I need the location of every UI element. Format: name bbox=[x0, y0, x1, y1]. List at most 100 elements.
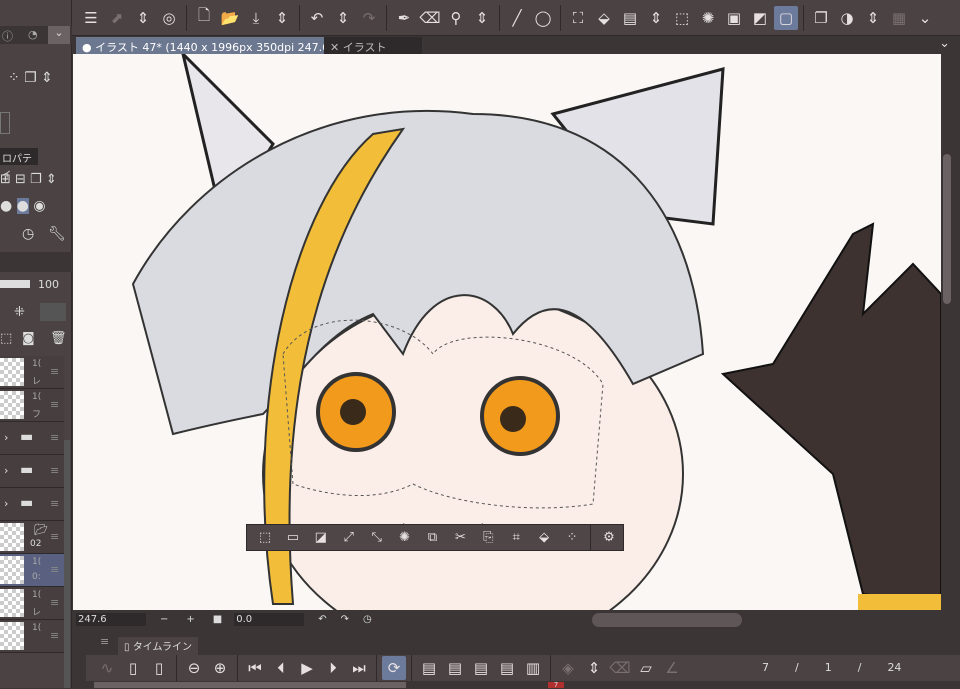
nav-icon[interactable]: ◔ bbox=[28, 28, 38, 41]
vertical-scrollbar[interactable] bbox=[941, 54, 960, 610]
light-table-icon[interactable]: ◈ bbox=[556, 656, 580, 680]
layer-menu-icon[interactable]: ≡ bbox=[50, 530, 59, 543]
fill-icon[interactable]: ⬙ bbox=[592, 6, 616, 30]
zoom-out-icon[interactable]: ⊖ bbox=[182, 656, 206, 680]
layer-row[interactable]: › ▬ ≡ bbox=[0, 488, 64, 521]
rotate-left-icon[interactable]: ↶ bbox=[318, 614, 326, 625]
layer-menu-icon[interactable]: ≡ bbox=[50, 596, 59, 609]
opacity-slider[interactable] bbox=[0, 280, 30, 288]
layer-row[interactable]: 1(レ ≡ bbox=[0, 587, 64, 620]
page-icon[interactable]: ▱ bbox=[634, 656, 658, 680]
deselect-icon[interactable]: ⬚ bbox=[252, 526, 278, 550]
transform-icon[interactable]: ⌗ bbox=[503, 526, 529, 550]
undo-icon[interactable]: ↶ bbox=[305, 6, 329, 30]
prev-frame-icon[interactable]: ⏴ bbox=[269, 656, 293, 680]
updown-icon[interactable]: ⇕ bbox=[861, 6, 885, 30]
start-frame[interactable]: 1 bbox=[825, 661, 832, 674]
layer-row[interactable]: 1(レ ≡ bbox=[0, 356, 64, 389]
invert-icon[interactable]: ✺ bbox=[696, 6, 720, 30]
open-folder-icon[interactable]: 📂 bbox=[218, 6, 242, 30]
brush-shape-icon[interactable]: ⊞ ⊟ ❐ ⇕ bbox=[0, 172, 60, 194]
show-selection-icon[interactable]: ▢ bbox=[774, 5, 798, 30]
layer-menu-icon[interactable]: ≡ bbox=[50, 398, 59, 411]
panel-menu-icon[interactable]: ≡ bbox=[100, 635, 109, 648]
expand-icon[interactable]: ⤢ bbox=[336, 526, 362, 550]
layer-scrollbar[interactable] bbox=[64, 440, 70, 688]
crop-icon[interactable]: ⛶ bbox=[566, 6, 590, 30]
clock-icon[interactable]: ◷ bbox=[22, 226, 34, 242]
menu-icon[interactable]: ☰ bbox=[79, 6, 103, 30]
last-frame-icon[interactable]: ⏭ bbox=[347, 656, 371, 680]
cel-icon[interactable]: ▥ bbox=[521, 656, 545, 680]
next-frame-icon[interactable]: ⏵ bbox=[321, 656, 345, 680]
info-icon[interactable]: ⓘ bbox=[2, 28, 13, 44]
layer-row[interactable]: › ▬ ≡ bbox=[0, 422, 64, 455]
tab-illust-47[interactable]: ● イラスト 47* (1440 x 1996px 350dpi 247.6%) bbox=[76, 37, 350, 54]
zoom-out-button[interactable]: − bbox=[160, 614, 168, 625]
redo-icon[interactable]: ↷ bbox=[357, 6, 381, 30]
layer-row[interactable]: 1(フ ≡ bbox=[0, 389, 64, 422]
new-layer-icon[interactable]: ⬚ bbox=[0, 331, 12, 346]
sparkle-icon[interactable]: ✺ bbox=[392, 526, 418, 550]
shrink-icon[interactable]: ⤡ bbox=[364, 526, 390, 550]
grid-icon[interactable]: ▦ bbox=[887, 6, 911, 30]
first-frame-icon[interactable]: ⏮ bbox=[243, 656, 267, 680]
rotate-right-icon[interactable]: ↷ bbox=[341, 614, 349, 625]
settings-icon[interactable]: ⚙ bbox=[596, 526, 622, 550]
rotation-field[interactable]: 0.0 bbox=[234, 613, 305, 626]
gradient-icon[interactable]: ◩ bbox=[748, 6, 772, 30]
updown-icon[interactable]: ⇕ bbox=[331, 6, 355, 30]
paste-icon[interactable]: ⎘ bbox=[475, 526, 501, 550]
ellipse-icon[interactable]: ◯ bbox=[531, 6, 555, 30]
deselect-icon[interactable]: ⬚ bbox=[670, 6, 694, 30]
tab-property[interactable]: ロパティ bbox=[0, 148, 38, 180]
layer-menu-icon[interactable]: ≡ bbox=[50, 563, 59, 576]
line-icon[interactable]: ╱ bbox=[505, 6, 529, 30]
select-icon[interactable]: ▭ bbox=[280, 526, 306, 550]
layer-row[interactable]: 1(≡ bbox=[0, 620, 64, 653]
blend-icon[interactable]: ⁘ ❐ ⇕ bbox=[8, 70, 53, 86]
chevron-down-icon[interactable]: ⌄ bbox=[939, 36, 950, 51]
layer-menu-icon[interactable]: ≡ bbox=[50, 629, 59, 642]
trash-icon[interactable]: 🗑︎ bbox=[50, 331, 67, 346]
new-file-icon[interactable]: 🗋 bbox=[192, 6, 216, 30]
mask-icon[interactable] bbox=[40, 303, 66, 321]
layers-icon[interactable]: ❐ bbox=[809, 6, 833, 30]
onion-icon[interactable]: ∿ bbox=[95, 656, 119, 680]
expand-icon[interactable]: › bbox=[4, 431, 8, 444]
zoom-in-icon[interactable]: ⊕ bbox=[208, 656, 232, 680]
layer-row[interactable]: 1(0: ≡ bbox=[0, 554, 64, 587]
end-frame[interactable]: 24 bbox=[887, 661, 901, 674]
eraser-icon[interactable]: ⌫ bbox=[418, 6, 442, 30]
expand-icon[interactable]: › bbox=[4, 497, 8, 510]
expand-icon[interactable]: › bbox=[4, 464, 8, 477]
updown-icon[interactable] bbox=[0, 112, 10, 134]
tab-illust[interactable]: ✕ イラスト bbox=[324, 37, 422, 54]
tab-timeline[interactable]: ▯ タイムライン bbox=[118, 637, 198, 655]
link-cel-icon[interactable]: ▤ bbox=[469, 656, 493, 680]
chevron-down-icon[interactable]: ⌄ bbox=[913, 6, 937, 30]
transform-icon[interactable]: ⬈ bbox=[105, 6, 129, 30]
wrench-icon[interactable]: 🔧︎ bbox=[48, 226, 66, 242]
updown-icon[interactable]: ⇕ bbox=[270, 6, 294, 30]
layer-mask-icon[interactable]: ◙ bbox=[22, 331, 35, 346]
playhead[interactable]: 7 bbox=[548, 682, 564, 689]
color-icon[interactable]: ◑ bbox=[835, 6, 859, 30]
pen-icon[interactable]: ✒ bbox=[392, 6, 416, 30]
layer-menu-icon[interactable]: ≡ bbox=[50, 431, 59, 444]
selection-stamp-icon[interactable]: ⁘ bbox=[559, 526, 585, 550]
reset-rotation-icon[interactable]: ◷ bbox=[363, 614, 372, 625]
cut-icon[interactable]: ✂ bbox=[447, 526, 473, 550]
add-cel-icon[interactable]: ▤ bbox=[443, 656, 467, 680]
select-layer-icon[interactable]: ▣ bbox=[722, 6, 746, 30]
layer-menu-icon[interactable]: ≡ bbox=[50, 464, 59, 477]
copy-icon[interactable]: ⧉ bbox=[420, 526, 446, 550]
layer-row[interactable]: › ▬ ≡ bbox=[0, 455, 64, 488]
save-icon[interactable]: ⤓ bbox=[244, 6, 268, 30]
new-anim-folder-icon[interactable]: ▯ bbox=[147, 656, 171, 680]
invert-icon[interactable]: ◪ bbox=[308, 526, 334, 550]
lock-transparent-icon[interactable]: ⁜ bbox=[14, 305, 25, 320]
layer-row[interactable]: 📂︎ 02 ≡ bbox=[0, 521, 64, 554]
updown-icon[interactable]: ⇕ bbox=[582, 656, 606, 680]
delete-cel-icon[interactable]: ⌫ bbox=[608, 656, 632, 680]
